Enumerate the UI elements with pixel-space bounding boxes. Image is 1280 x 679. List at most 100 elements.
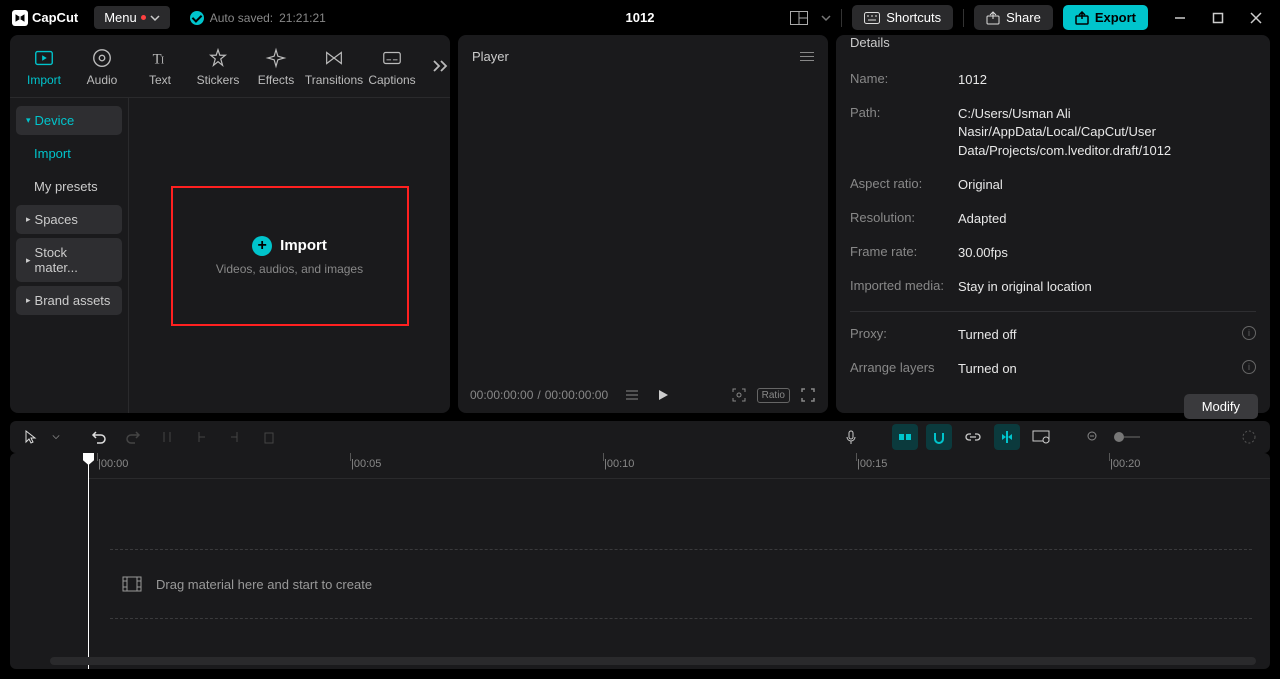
detail-aspect-value: Original <box>958 176 1256 194</box>
detail-layers-value: Turned on <box>958 360 1236 378</box>
info-icon[interactable]: i <box>1242 326 1256 340</box>
menu-notification-dot-icon <box>141 15 146 20</box>
menu-label: Menu <box>104 10 137 25</box>
minimize-button[interactable] <box>1168 6 1192 30</box>
detail-imported-value: Stay in original location <box>958 278 1256 296</box>
app-logo[interactable]: CapCut <box>12 10 78 26</box>
sidebar-item-device[interactable]: ▾Device <box>16 106 122 135</box>
export-icon <box>1075 11 1089 25</box>
share-button[interactable]: Share <box>974 5 1053 30</box>
layout-icon[interactable] <box>787 6 811 30</box>
detail-fps-value: 30.00fps <box>958 244 1256 262</box>
snap-icon[interactable] <box>994 424 1020 450</box>
svg-text:I: I <box>161 56 164 67</box>
chevron-down-icon[interactable] <box>821 13 831 23</box>
tab-transitions[interactable]: Transitions <box>306 43 362 91</box>
mic-icon[interactable] <box>838 424 864 450</box>
detail-path-value: C:/Users/Usman Ali Nasir/AppData/Local/C… <box>958 105 1256 160</box>
sidebar-item-spaces[interactable]: ▸Spaces <box>16 205 122 234</box>
split-icon <box>154 424 180 450</box>
playhead[interactable] <box>88 453 89 669</box>
detail-layers-label: Arrange layers <box>850 360 958 375</box>
detail-path-label: Path: <box>850 105 958 120</box>
link-icon[interactable] <box>960 424 986 450</box>
effects-icon <box>265 47 287 69</box>
zoom-out-icon[interactable] <box>1080 424 1106 450</box>
tab-effects[interactable]: Effects <box>248 43 304 91</box>
share-icon <box>986 11 1000 25</box>
fullscreen-icon[interactable] <box>800 387 816 403</box>
magnet-track-icon[interactable] <box>926 424 952 450</box>
tab-captions[interactable]: Captions <box>364 43 420 91</box>
captions-icon <box>381 47 403 69</box>
import-title: Import <box>280 237 327 254</box>
pointer-tool-icon[interactable] <box>18 424 44 450</box>
import-subtitle: Videos, audios, and images <box>216 262 363 276</box>
tab-import[interactable]: Import <box>16 43 72 91</box>
player-panel: Player 00:00:00:00 / 00:00:00:00 Ratio <box>458 35 828 413</box>
trim-left-icon <box>188 424 214 450</box>
caret-right-icon: ▸ <box>26 255 31 266</box>
player-title: Player <box>472 49 509 64</box>
import-drop-zone[interactable]: + Import Videos, audios, and images <box>171 186 409 326</box>
caret-right-icon: ▸ <box>26 214 31 225</box>
magnet-main-icon[interactable] <box>892 424 918 450</box>
menu-button[interactable]: Menu <box>94 6 170 29</box>
tab-stickers[interactable]: Stickers <box>190 43 246 91</box>
autosave-status: Auto saved: 21:21:21 <box>190 11 326 25</box>
detail-res-label: Resolution: <box>850 210 958 225</box>
caret-down-icon: ▾ <box>26 115 31 126</box>
media-tabs: Import Audio TI Text Stickers Effects Tr… <box>10 35 450 91</box>
capcut-logo-icon <box>12 10 28 26</box>
zoom-slider[interactable] <box>1114 432 1140 442</box>
sidebar-item-stock[interactable]: ▸Stock mater... <box>16 238 122 282</box>
sidebar-item-presets[interactable]: My presets <box>16 172 122 201</box>
player-viewport[interactable] <box>458 79 828 377</box>
info-icon[interactable]: i <box>1242 360 1256 374</box>
detail-name-label: Name: <box>850 71 958 86</box>
maximize-button[interactable] <box>1206 6 1230 30</box>
player-time-total: 00:00:00:00 <box>545 388 608 402</box>
shortcuts-button[interactable]: Shortcuts <box>852 5 953 30</box>
share-label: Share <box>1006 10 1041 25</box>
tab-audio[interactable]: Audio <box>74 43 130 91</box>
close-button[interactable] <box>1244 6 1268 30</box>
delete-icon <box>256 424 282 450</box>
transitions-icon <box>323 47 345 69</box>
import-icon <box>33 47 55 69</box>
shortcuts-label: Shortcuts <box>886 10 941 25</box>
preview-icon[interactable] <box>1028 424 1054 450</box>
chevron-down-icon <box>150 13 160 23</box>
sidebar-item-import[interactable]: Import <box>16 139 122 168</box>
compare-icon[interactable] <box>624 388 640 402</box>
tabs-more-button[interactable] <box>422 59 460 76</box>
details-title: Details <box>850 35 890 50</box>
detail-fps-label: Frame rate: <box>850 244 958 259</box>
timeline-ruler[interactable]: |00:00 |00:05 |00:10 |00:15 |00:20 <box>88 453 1270 479</box>
timeline-drop-area[interactable]: Drag material here and start to create <box>110 549 1252 619</box>
detail-proxy-label: Proxy: <box>850 326 958 341</box>
focus-icon[interactable] <box>731 387 747 403</box>
chevron-down-icon[interactable] <box>52 433 60 441</box>
tab-text[interactable]: TI Text <box>132 43 188 91</box>
ratio-button[interactable]: Ratio <box>757 388 790 403</box>
timeline-scrollbar[interactable] <box>50 657 1256 665</box>
redo-icon <box>120 424 146 450</box>
text-icon: TI <box>149 47 171 69</box>
detail-imported-label: Imported media: <box>850 278 958 293</box>
detail-name-value: 1012 <box>958 71 1256 89</box>
media-sidebar: ▾Device Import My presets ▸Spaces ▸Stock… <box>10 98 129 413</box>
play-icon[interactable] <box>656 388 670 402</box>
modify-button[interactable]: Modify <box>1184 394 1258 419</box>
details-panel: Details Name:1012 Path:C:/Users/Usman Al… <box>836 35 1270 413</box>
sidebar-item-brand[interactable]: ▸Brand assets <box>16 286 122 315</box>
double-chevron-right-icon <box>432 59 450 73</box>
timeline[interactable]: |00:00 |00:05 |00:10 |00:15 |00:20 Drag … <box>10 453 1270 669</box>
export-button[interactable]: Export <box>1063 5 1148 30</box>
detail-res-value: Adapted <box>958 210 1256 228</box>
player-time-current: 00:00:00:00 <box>470 388 533 402</box>
trim-right-icon <box>222 424 248 450</box>
undo-icon[interactable] <box>86 424 112 450</box>
player-menu-icon[interactable] <box>800 52 814 61</box>
zoom-fit-icon[interactable] <box>1236 424 1262 450</box>
